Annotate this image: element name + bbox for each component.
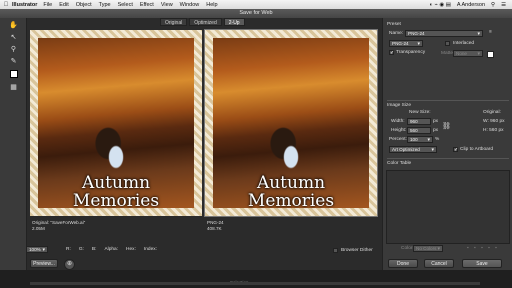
r-label: R: xyxy=(66,246,71,252)
menu-object[interactable]: Object xyxy=(76,2,92,8)
percent-label: Percent: xyxy=(389,137,407,142)
original-filesize: 2.05M xyxy=(32,225,45,231)
width-label: Width: xyxy=(391,119,405,124)
list-icon[interactable]: ☰ xyxy=(501,2,506,8)
preset-name-select[interactable]: PNG-24 xyxy=(405,30,483,37)
link-icon[interactable]: ⛓ xyxy=(442,122,451,130)
color-table-area[interactable] xyxy=(386,170,510,244)
color-table-tools-icon[interactable]: ▪ ▪ ▪ ▪ ▪ xyxy=(467,246,499,251)
caption-line-2: Memories xyxy=(72,191,160,211)
width-unit: px xyxy=(433,119,439,124)
view-tabs: Original Optimized 2-Up xyxy=(160,18,245,26)
width-input[interactable]: 960 xyxy=(407,118,431,125)
original-width: W: 960 px xyxy=(483,119,505,124)
matte-swatch[interactable] xyxy=(487,51,494,58)
height-unit: px xyxy=(433,128,439,133)
tab-optimized[interactable]: Optimized xyxy=(189,18,222,26)
colors-select[interactable]: No Colors xyxy=(413,245,443,252)
menu-app-name[interactable]: Illustrator xyxy=(12,2,37,8)
browser-dither-label: Browser Dither xyxy=(341,248,373,253)
interlaced-label: Interlaced xyxy=(453,41,475,46)
hand-tool-icon[interactable]: ✋ xyxy=(9,22,18,30)
zoom-select[interactable]: 100% xyxy=(26,245,48,253)
height-input[interactable]: 560 xyxy=(407,127,431,134)
transparency-label: Transparency xyxy=(396,50,426,55)
tab-2-up[interactable]: 2-Up xyxy=(223,18,245,26)
caption-line-2: Memories xyxy=(247,191,335,211)
dialog-title: Save for Web xyxy=(239,10,273,16)
preview-button[interactable]: Preview... xyxy=(30,259,58,268)
b-label: B: xyxy=(91,246,97,252)
divider xyxy=(387,158,509,159)
menu-view[interactable]: View xyxy=(161,2,173,8)
optimized-info: PNG-24 408.7K xyxy=(207,220,224,231)
percent-unit: % xyxy=(435,137,440,142)
user-name[interactable]: A Anderson xyxy=(457,2,485,8)
tab-original[interactable]: Original xyxy=(160,18,188,26)
alpha-label: Alpha: xyxy=(104,246,119,252)
transparency-checkbox[interactable]: ✓ xyxy=(389,50,395,56)
cancel-button[interactable]: Cancel xyxy=(424,259,454,268)
clip-to-artboard-checkbox[interactable]: ✓ xyxy=(453,147,459,153)
original-size-label: Original: xyxy=(483,110,501,115)
footer-scrollbar[interactable] xyxy=(30,282,480,285)
menu-icon[interactable]: ≡ xyxy=(489,30,492,35)
divider xyxy=(387,100,509,101)
done-button[interactable]: Done xyxy=(388,259,418,268)
apple-icon[interactable]:  xyxy=(0,2,12,8)
caption-line-1: Autumn xyxy=(81,173,151,193)
eyedropper-icon[interactable]: ✎ xyxy=(9,58,18,66)
status-bar: 100% R: G: B: Alpha: Hex: Index: xyxy=(26,244,382,254)
matte-select[interactable]: None xyxy=(453,50,483,57)
interlaced-checkbox[interactable] xyxy=(445,41,450,46)
check-icon: ✓ xyxy=(390,50,395,56)
color-table-heading: Color Table xyxy=(387,161,412,166)
original-filename: Original: "SaveForWeb.ai" xyxy=(32,220,86,225)
menu-select[interactable]: Select xyxy=(118,2,133,8)
save-button[interactable]: Save xyxy=(462,259,502,268)
tool-strip: ✋ ↖ ⚲ ✎ ▦ xyxy=(0,18,27,270)
index-label: Index: xyxy=(143,246,157,252)
menu-effect[interactable]: Effect xyxy=(140,2,154,8)
original-height: H: 560 px xyxy=(483,128,504,133)
globe-icon[interactable]: ⊕ xyxy=(64,259,75,270)
menu-type[interactable]: Type xyxy=(99,2,111,8)
new-size-label: New Size: xyxy=(409,110,431,115)
format-select[interactable]: PNG-24 xyxy=(389,40,423,47)
resample-select[interactable]: Art Optimized xyxy=(389,146,437,153)
browser-dither-checkbox[interactable] xyxy=(333,248,338,253)
clip-to-artboard-label: Clip to Artboard xyxy=(460,147,494,152)
optimized-format: PNG-24 xyxy=(207,220,224,225)
preview-pane-optimized[interactable]: Autumn Memories xyxy=(204,29,378,217)
dialog-titlebar: Save for Web xyxy=(0,9,512,18)
percent-input[interactable]: 100 xyxy=(407,136,433,143)
preset-heading: Preset xyxy=(387,22,401,27)
menu-edit[interactable]: Edit xyxy=(59,2,68,8)
menu-window[interactable]: Window xyxy=(180,2,200,8)
preview-pane-original[interactable]: Autumn Memories xyxy=(30,30,202,216)
status-icons[interactable]: ◐ ⌁ ◉ ▤ xyxy=(430,2,451,8)
image-size-heading: Image Size xyxy=(387,103,411,108)
check-icon: ✓ xyxy=(454,147,459,153)
toggle-slices-icon[interactable]: ▦ xyxy=(9,84,18,92)
spotlight-icon[interactable]: ⚲ xyxy=(491,2,495,8)
menu-file[interactable]: File xyxy=(43,2,52,8)
original-info: Original: "SaveForWeb.ai" 2.05M xyxy=(32,220,85,231)
app-footer: Selection xyxy=(0,270,512,288)
g-label: G: xyxy=(78,246,84,252)
color-swatch-icon[interactable] xyxy=(9,70,18,78)
preset-name-label: Name: xyxy=(389,31,404,36)
zoom-icon[interactable]: ⚲ xyxy=(9,46,18,54)
height-label: Height: xyxy=(391,128,407,133)
menu-help[interactable]: Help xyxy=(206,2,217,8)
caption-line-1: Autumn xyxy=(256,173,326,193)
hex-label: Hex: xyxy=(126,246,136,252)
slice-select-icon[interactable]: ↖ xyxy=(9,34,18,42)
optimized-filesize: 408.7K xyxy=(207,225,222,231)
